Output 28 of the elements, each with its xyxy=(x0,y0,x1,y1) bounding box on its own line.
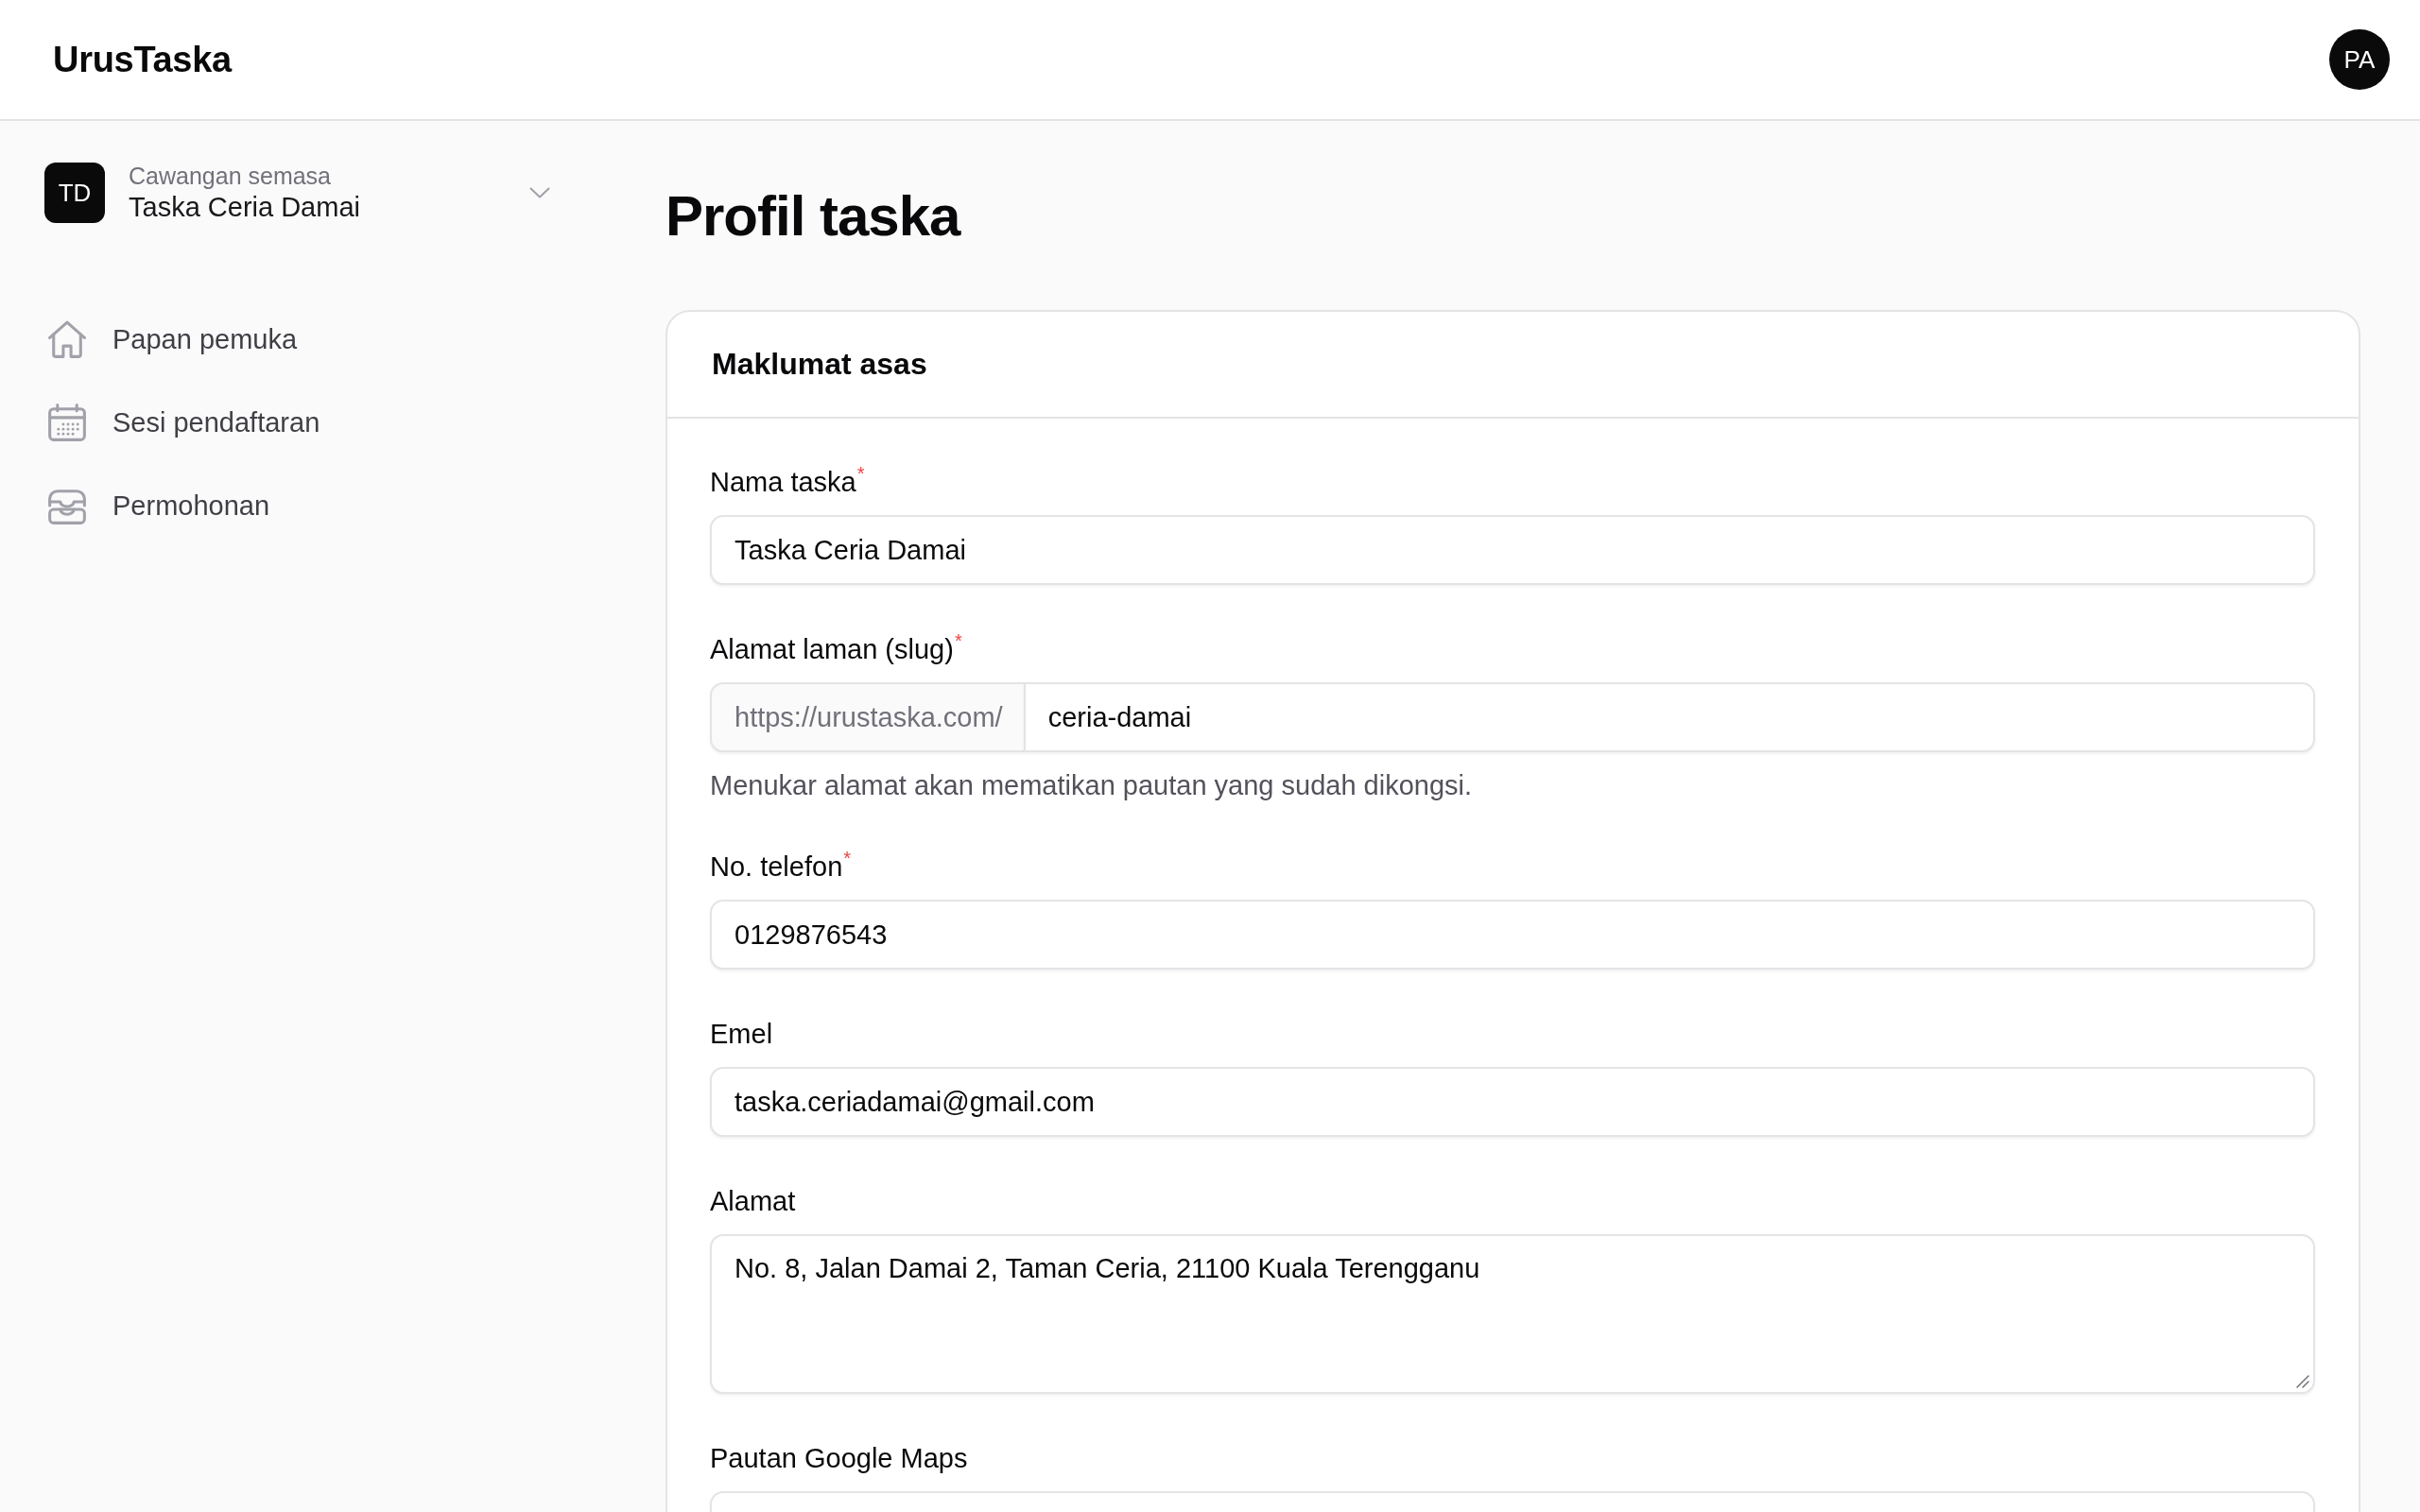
chevron-down-icon[interactable] xyxy=(529,187,550,198)
url-prefix: https://urustaska.com/ xyxy=(710,682,1024,752)
field-label: Alamat xyxy=(710,1185,797,1218)
card-title: Maklumat asas xyxy=(712,347,927,382)
text-field[interactable]: ceria-damai xyxy=(1023,682,2315,752)
field-label: Emel xyxy=(710,1018,774,1051)
page-title: Profil taska xyxy=(666,183,962,249)
resize-grip-icon[interactable] xyxy=(2296,1375,2309,1388)
text-field[interactable]: 0129876543 xyxy=(710,900,2315,970)
home-icon xyxy=(48,320,86,358)
text-field[interactable]: taska.ceriadamai@gmail.com xyxy=(710,1067,2315,1137)
user-avatar[interactable]: PA xyxy=(2329,29,2390,90)
field-label: Alamat laman (slug)$^{*}$ xyxy=(710,632,963,666)
nav-item[interactable]: Sesi pendaftaran xyxy=(44,381,560,464)
tray-icon xyxy=(48,487,86,524)
field-label: Nama taska$^{*}$ xyxy=(710,465,866,499)
field-label: No. telefon$^{*}$ xyxy=(710,850,853,884)
branch-avatar: TD xyxy=(44,163,105,223)
branch-name: Taska Ceria Damai xyxy=(129,191,360,224)
field-label: Pautan Google Maps xyxy=(710,1442,969,1475)
field-hint: Menukar alamat akan mematikan pautan yang sudah dikongsi. xyxy=(710,769,1474,802)
logo-text: UrusTaska xyxy=(53,39,232,80)
nav-item[interactable]: Permohonan xyxy=(44,464,560,547)
nav-item[interactable]: Papan pemuka xyxy=(44,298,560,381)
textarea-field[interactable]: No. 8, Jalan Damai 2, Taman Ceria, 21100 Kuala Terengganu xyxy=(710,1234,2315,1394)
calendar-icon xyxy=(48,404,86,441)
text-field[interactable]: Taska Ceria Damai xyxy=(710,515,2315,585)
branch-caption: Cawangan semasa xyxy=(129,162,331,190)
